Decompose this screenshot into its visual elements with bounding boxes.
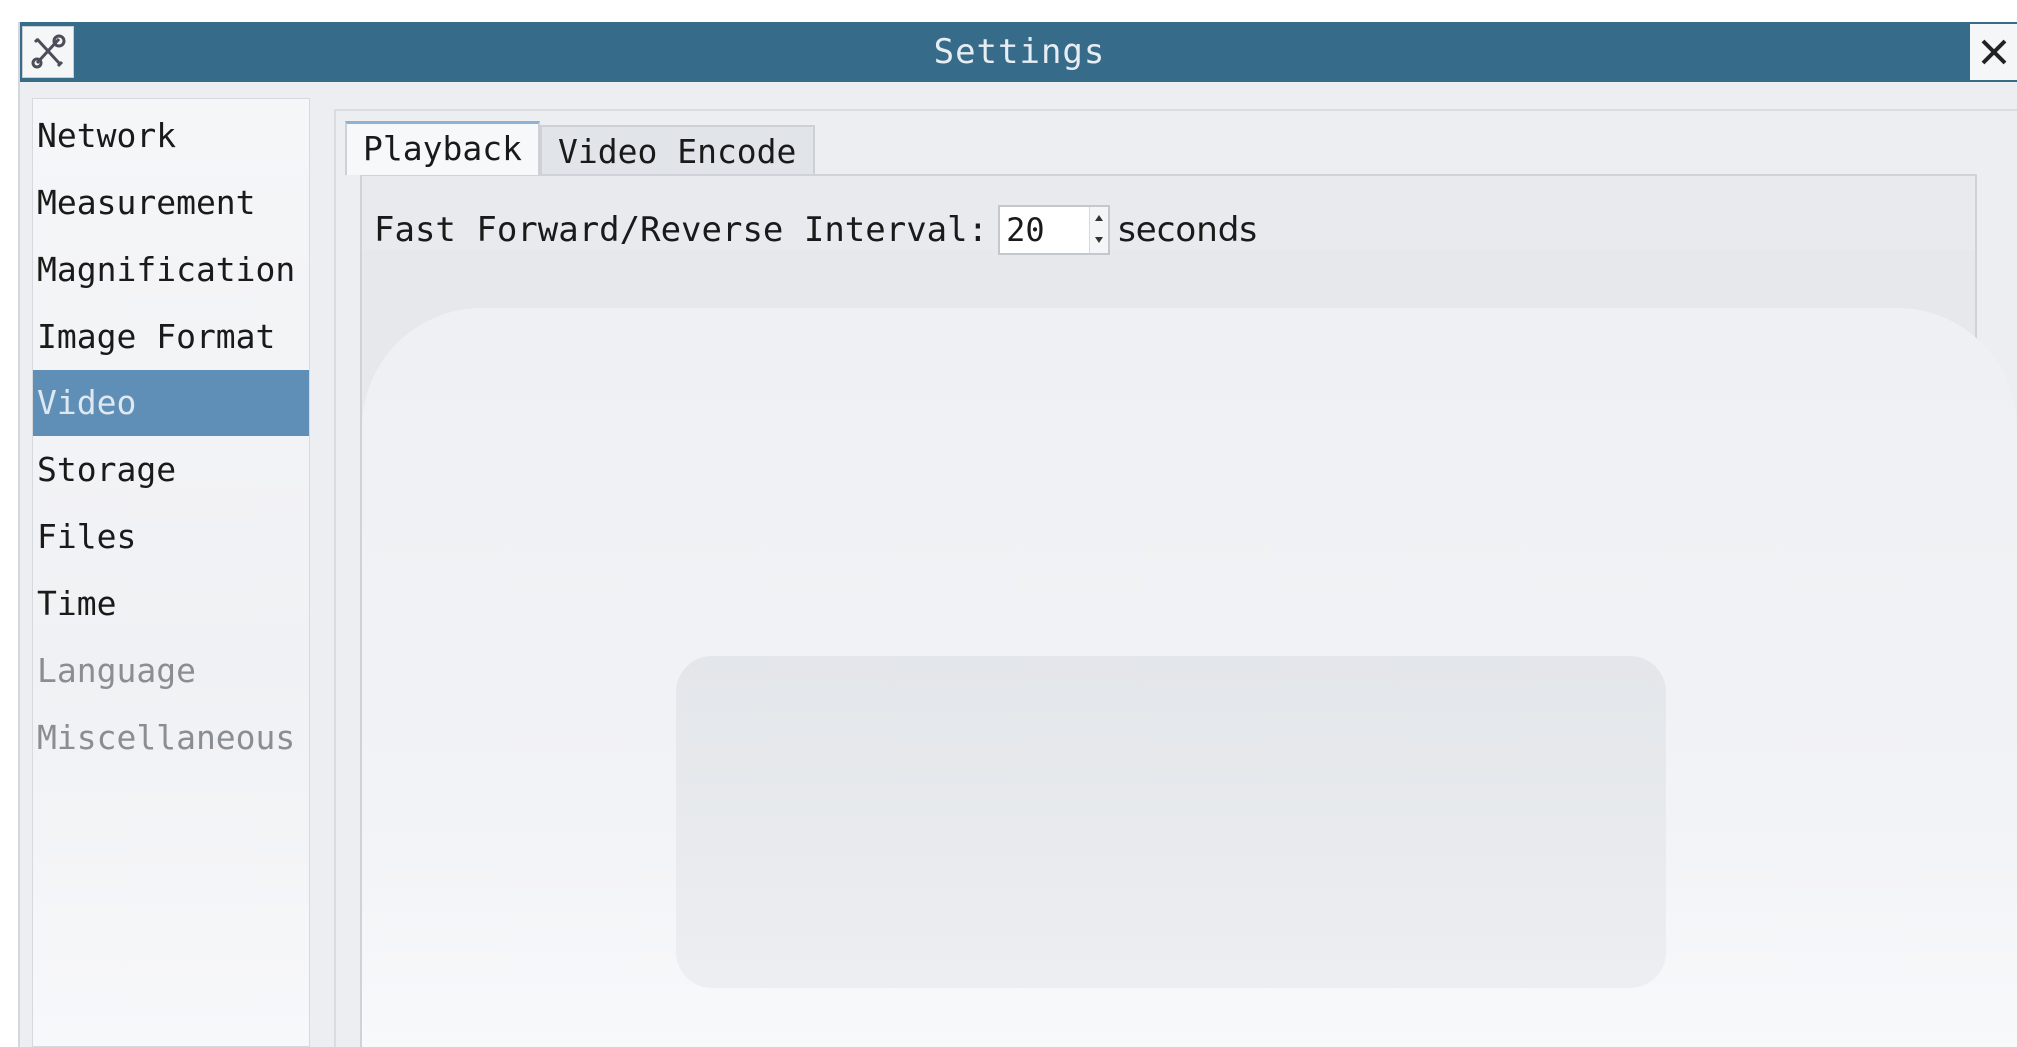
window-title: Settings: [933, 32, 1106, 72]
interval-unit: seconds: [1118, 210, 1258, 250]
close-icon: [1981, 39, 2006, 65]
sidebar-item-video[interactable]: Video: [33, 370, 309, 436]
settings-sidebar: Network Measurement Magnification Image …: [32, 98, 310, 1047]
tab-video-encode[interactable]: Video Encode: [540, 125, 815, 175]
sidebar-item-image-format[interactable]: Image Format: [33, 304, 309, 370]
sidebar-item-files[interactable]: Files: [33, 504, 309, 570]
interval-setting-row: Fast Forward/Reverse Interval: 20 second…: [374, 203, 1257, 257]
chevron-down-icon[interactable]: [1095, 237, 1104, 243]
close-button[interactable]: [1970, 24, 2017, 80]
interval-spinbox[interactable]: 20: [998, 205, 1111, 255]
sidebar-item-miscellaneous[interactable]: Miscellaneous: [33, 705, 309, 771]
sidebar-item-network[interactable]: Network: [33, 103, 309, 169]
sidebar-item-measurement[interactable]: Measurement: [33, 170, 309, 236]
chevron-up-icon[interactable]: [1095, 215, 1104, 221]
title-bar: Settings: [20, 22, 2017, 82]
sidebar-item-storage[interactable]: Storage: [33, 437, 309, 503]
interval-label: Fast Forward/Reverse Interval:: [374, 210, 989, 250]
spin-arrows[interactable]: [1089, 207, 1109, 253]
sidebar-item-magnification[interactable]: Magnification: [33, 237, 309, 303]
sidebar-item-language[interactable]: Language: [33, 638, 309, 704]
interval-value[interactable]: 20: [1006, 207, 1045, 253]
tab-playback[interactable]: Playback: [345, 121, 540, 175]
sidebar-item-time[interactable]: Time: [33, 571, 309, 637]
panel-inset: [676, 656, 1666, 988]
